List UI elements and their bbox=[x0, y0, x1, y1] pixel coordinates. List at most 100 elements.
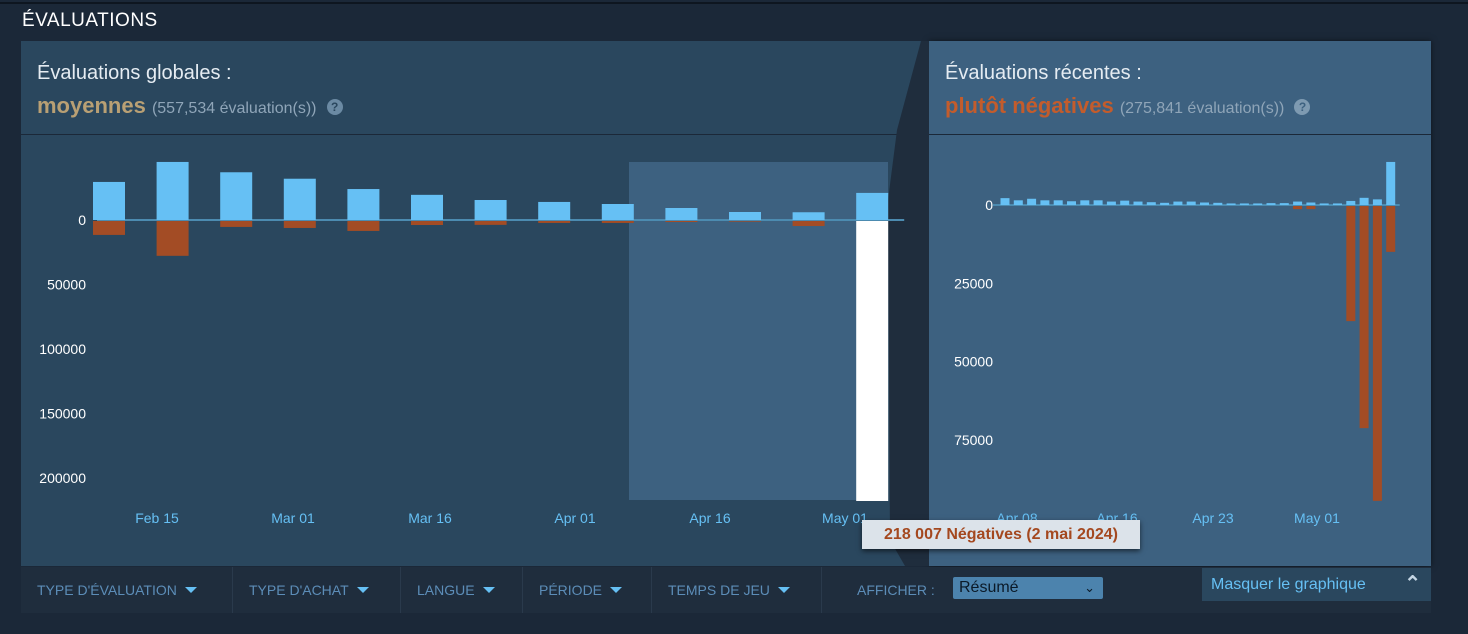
chevron-down-icon: ⌄ bbox=[1084, 580, 1095, 595]
positive-bar[interactable] bbox=[1093, 200, 1103, 205]
filter-label: PÉRIODE bbox=[539, 582, 603, 598]
filter-dropdown[interactable]: TYPE D'ACHAT bbox=[233, 567, 401, 613]
filter-label: TYPE D'ACHAT bbox=[249, 582, 349, 598]
positive-bar[interactable] bbox=[1013, 200, 1023, 205]
positive-bar[interactable] bbox=[1200, 202, 1209, 205]
negative-bar[interactable] bbox=[347, 221, 380, 231]
filter-label: TYPE D'ÉVALUATION bbox=[37, 582, 177, 598]
y-tick-label: 50000 bbox=[47, 277, 86, 293]
positive-bar[interactable] bbox=[1120, 200, 1130, 205]
caret-down-icon bbox=[610, 587, 623, 593]
negative-bar[interactable] bbox=[283, 221, 316, 228]
filter-dropdown[interactable]: TEMPS DE JEU bbox=[652, 567, 822, 613]
display-selected: Résumé bbox=[959, 579, 1019, 596]
negative-bar[interactable] bbox=[220, 221, 253, 227]
positive-bar[interactable] bbox=[1306, 202, 1316, 205]
negative-bar-highlighted[interactable] bbox=[856, 221, 889, 501]
positive-bar[interactable] bbox=[1346, 200, 1356, 205]
caret-down-icon bbox=[482, 587, 495, 593]
positive-bar[interactable] bbox=[1359, 197, 1369, 205]
x-tick-label: Mar 01 bbox=[271, 510, 315, 526]
positive-bar[interactable] bbox=[1226, 203, 1236, 205]
panel-connector bbox=[888, 41, 929, 566]
positive-bar[interactable] bbox=[1173, 201, 1183, 205]
positive-bar[interactable] bbox=[411, 194, 443, 220]
positive-bar[interactable] bbox=[1279, 203, 1289, 205]
positive-bar[interactable] bbox=[1040, 200, 1050, 205]
negative-bar[interactable] bbox=[474, 221, 507, 225]
positive-bar[interactable] bbox=[1333, 203, 1342, 205]
negative-bar[interactable] bbox=[1306, 206, 1316, 210]
positive-bar[interactable] bbox=[1213, 202, 1223, 205]
y-tick-label: 50000 bbox=[954, 354, 993, 370]
positive-bar[interactable] bbox=[220, 172, 253, 220]
positive-bar[interactable] bbox=[156, 161, 189, 220]
positive-bar[interactable] bbox=[1027, 198, 1037, 205]
positive-bar[interactable] bbox=[1386, 161, 1396, 205]
positive-bar[interactable] bbox=[1067, 201, 1076, 205]
y-tick-label: 150000 bbox=[39, 406, 86, 422]
filter-dropdown[interactable]: TYPE D'ÉVALUATION bbox=[21, 567, 233, 613]
positive-bar[interactable] bbox=[1146, 202, 1156, 205]
positive-bar[interactable] bbox=[856, 192, 889, 220]
negative-bar[interactable] bbox=[729, 221, 761, 222]
negative-bar[interactable] bbox=[156, 221, 189, 256]
positive-bar[interactable] bbox=[93, 181, 125, 220]
negative-bar[interactable] bbox=[792, 221, 825, 227]
positive-bar[interactable] bbox=[729, 212, 761, 220]
positive-bar[interactable] bbox=[1239, 203, 1249, 205]
display-label: AFFICHER : bbox=[857, 582, 935, 598]
positive-bar[interactable] bbox=[1000, 198, 1010, 205]
positive-bar[interactable] bbox=[1293, 201, 1303, 205]
positive-bar[interactable] bbox=[1319, 203, 1329, 205]
hide-graph-button[interactable]: Masquer le graphique ⌃ bbox=[1202, 568, 1431, 601]
caret-down-icon bbox=[356, 587, 369, 593]
recent-chart[interactable]: 0250005000075000Apr 08 Apr 16 Apr 23 May 01 bbox=[954, 161, 1400, 526]
negative-bar[interactable] bbox=[411, 221, 443, 225]
negative-bar[interactable] bbox=[1386, 206, 1396, 252]
positive-bar[interactable] bbox=[1253, 203, 1263, 205]
negative-bar[interactable] bbox=[1372, 206, 1382, 501]
bar-tooltip: 218 007 Négatives (2 mai 2024) bbox=[862, 520, 1140, 549]
caret-down-icon bbox=[184, 587, 197, 593]
positive-bar[interactable] bbox=[1080, 200, 1090, 205]
positive-bar[interactable] bbox=[1372, 199, 1382, 205]
display-select[interactable]: Résumé ⌄ bbox=[953, 577, 1103, 599]
positive-bar[interactable] bbox=[347, 189, 380, 220]
x-tick-label: Mar 16 bbox=[408, 510, 452, 526]
negative-bar[interactable] bbox=[601, 221, 634, 223]
y-tick-label: 25000 bbox=[954, 275, 993, 291]
negative-bar[interactable] bbox=[1346, 206, 1356, 322]
charts-canvas: 0 50000 100000 150000 200000 Feb 15 Mar 01 Mar … bbox=[39, 41, 1400, 566]
positive-bar[interactable] bbox=[665, 208, 698, 220]
y-tick-label: 0 bbox=[985, 197, 993, 213]
positive-bar[interactable] bbox=[792, 212, 825, 220]
y-tick-label: 200000 bbox=[39, 470, 86, 486]
x-tick-label: Apr 23 bbox=[1192, 510, 1233, 526]
overall-chart[interactable]: 0 50000 100000 150000 200000 Feb 15 Mar 01 Mar … bbox=[39, 161, 905, 526]
positive-bar[interactable] bbox=[1106, 201, 1116, 205]
positive-bar[interactable] bbox=[1053, 200, 1063, 205]
filter-label: TEMPS DE JEU bbox=[668, 582, 770, 598]
negative-bar[interactable] bbox=[1359, 206, 1369, 429]
negative-bar[interactable] bbox=[93, 221, 125, 235]
negative-bar[interactable] bbox=[665, 221, 698, 223]
filter-dropdown[interactable]: PÉRIODE bbox=[523, 567, 652, 613]
hide-graph-label: Masquer le graphique bbox=[1211, 576, 1366, 593]
positive-bar[interactable] bbox=[474, 200, 507, 220]
y-tick-label: 0 bbox=[78, 212, 86, 228]
y-tick-label: 75000 bbox=[954, 432, 993, 448]
y-tick-label: 100000 bbox=[39, 341, 86, 357]
positive-bar[interactable] bbox=[1160, 202, 1170, 205]
positive-bar[interactable] bbox=[1133, 201, 1143, 205]
positive-bar[interactable] bbox=[1266, 203, 1276, 205]
positive-bar[interactable] bbox=[283, 178, 316, 220]
negative-bar[interactable] bbox=[538, 221, 571, 223]
positive-bar[interactable] bbox=[601, 204, 634, 220]
positive-bar[interactable] bbox=[1186, 201, 1196, 205]
filter-label: LANGUE bbox=[417, 582, 475, 598]
filter-dropdown[interactable]: LANGUE bbox=[401, 567, 523, 613]
negative-bar[interactable] bbox=[1293, 206, 1303, 210]
positive-bar[interactable] bbox=[538, 201, 571, 220]
double-chevron-up-icon: ⌃ bbox=[1404, 573, 1421, 595]
